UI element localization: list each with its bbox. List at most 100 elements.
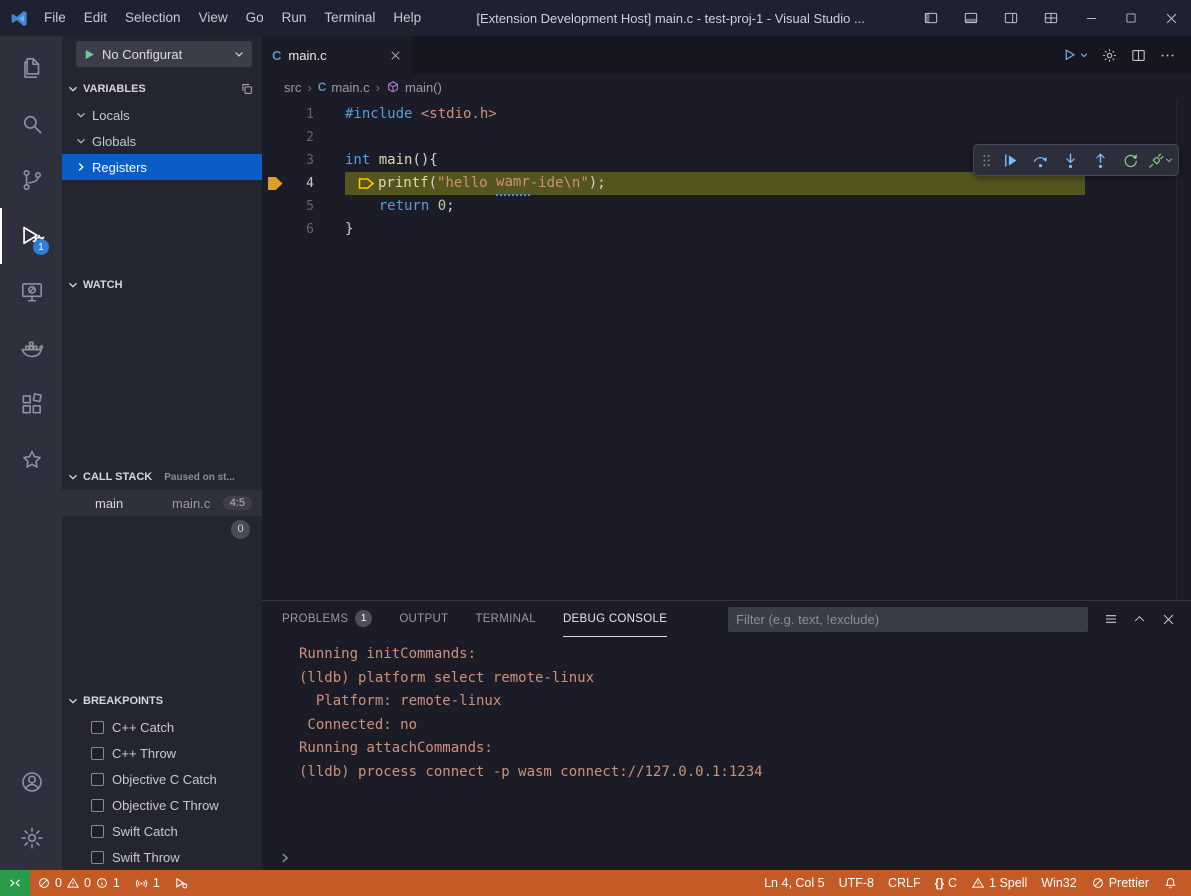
variables-section-header[interactable]: VARIABLES (62, 76, 262, 102)
split-editor-icon[interactable] (1125, 41, 1152, 69)
breakpoint-gutter[interactable] (262, 177, 288, 190)
customize-layout-icon[interactable] (1031, 0, 1071, 36)
copy-value-icon[interactable] (240, 82, 254, 96)
activity-bar-item-source-control[interactable] (0, 152, 62, 208)
run-file-button[interactable] (1057, 41, 1094, 69)
activity-bar-item-remote-explorer[interactable] (0, 264, 62, 320)
close-panel-icon[interactable] (1156, 607, 1181, 632)
watch-section-header[interactable]: WATCH (62, 272, 262, 298)
toggle-sidebar-icon[interactable] (911, 0, 951, 36)
disconnect-button[interactable] (1145, 146, 1175, 174)
debug-count-badge: 1 (33, 239, 49, 255)
encoding-indicator[interactable]: UTF-8 (832, 870, 881, 896)
gripper-icon (978, 152, 995, 169)
settings-gear-icon[interactable] (1096, 41, 1123, 69)
menu-edit[interactable]: Edit (75, 0, 116, 36)
variables-item-registers[interactable]: Registers (62, 154, 262, 180)
code-editor[interactable]: 1#include <stdio.h>23int main(){4printf(… (262, 100, 1191, 600)
more-actions-icon[interactable] (1154, 41, 1181, 69)
breakpoint-c-throw[interactable]: C++ Throw (62, 740, 262, 766)
variable-scope-label: Registers (92, 160, 147, 175)
breakpoints-section-header[interactable]: BREAKPOINTS (62, 688, 262, 714)
minimize-button-icon[interactable] (1071, 0, 1111, 36)
breakpoint-objective-c-throw[interactable]: Objective C Throw (62, 792, 262, 818)
menu-selection[interactable]: Selection (116, 0, 190, 36)
breakpoint-c-catch[interactable]: C++ Catch (62, 714, 262, 740)
breakpoint-checkbox[interactable] (91, 799, 104, 812)
launch-config-dropdown[interactable]: No Configurat (76, 41, 252, 67)
menu-go[interactable]: Go (237, 0, 273, 36)
variables-item-globals[interactable]: Globals (62, 128, 262, 154)
menu-file[interactable]: File (35, 0, 75, 36)
code-line-6: 6} (262, 218, 1191, 241)
activity-bar-item-favorites[interactable] (0, 432, 62, 488)
activity-bar-item-explorer[interactable] (0, 40, 62, 96)
editor-scrollbar[interactable] (1176, 100, 1191, 600)
breakpoint-checkbox[interactable] (91, 747, 104, 760)
panel-tab-problems[interactable]: PROBLEMS1 (282, 602, 372, 637)
activity-bar-item-docker[interactable] (0, 320, 62, 376)
maximize-panel-icon[interactable] (1127, 607, 1152, 632)
toggle-panel-icon[interactable] (951, 0, 991, 36)
close-tab-icon[interactable] (389, 49, 402, 62)
debug-console-input[interactable] (262, 846, 1191, 870)
variables-item-locals[interactable]: Locals (62, 102, 262, 128)
breakpoint-checkbox[interactable] (91, 825, 104, 838)
toggle-secondary-sidebar-icon[interactable] (991, 0, 1031, 36)
breakpoint-checkbox[interactable] (91, 773, 104, 786)
bottom-panel: PROBLEMS1OUTPUTTERMINALDEBUG CONSOLE Run… (262, 600, 1191, 870)
breakpoint-swift-throw[interactable]: Swift Throw (62, 844, 262, 870)
remote-explorer-icon (19, 279, 45, 305)
window-controls (911, 0, 1191, 36)
menu-terminal[interactable]: Terminal (315, 0, 384, 36)
panel-tab-output[interactable]: OUTPUT (399, 602, 448, 637)
breadcrumb-item-src[interactable]: src (284, 80, 301, 95)
problems-status[interactable]: 0 0 1 (30, 870, 127, 896)
close-window-icon[interactable] (1151, 0, 1191, 36)
restart-button[interactable] (1115, 146, 1145, 174)
variables-empty-space (62, 180, 262, 272)
activity-bar-item-settings[interactable] (0, 810, 62, 866)
step-over-button[interactable] (1025, 146, 1055, 174)
output-options-icon[interactable] (1098, 607, 1123, 632)
git-branch-icon (19, 167, 45, 193)
panel-tab-debug-console[interactable]: DEBUG CONSOLE (563, 602, 667, 637)
breakpoint-objective-c-catch[interactable]: Objective C Catch (62, 766, 262, 792)
ports-status[interactable]: 1 (127, 870, 167, 896)
cursor-position[interactable]: Ln 4, Col 5 (757, 870, 831, 896)
prettier-status[interactable]: Prettier (1084, 870, 1156, 896)
workbench: 1 No Configurat VARIABLES LocalsGlobals R… (0, 36, 1191, 870)
stack-frame-main[interactable]: mainmain.c4:5 (62, 490, 262, 516)
activity-bar-item-search[interactable] (0, 96, 62, 152)
activity-bar-item-run-and-debug[interactable]: 1 (0, 208, 62, 264)
panel-tab-terminal[interactable]: TERMINAL (475, 602, 536, 637)
platform-indicator[interactable]: Win32 (1034, 870, 1083, 896)
call-stack-section-header[interactable]: CALL STACK Paused on st... (62, 464, 262, 490)
tab-main-c[interactable]: C main.c (262, 36, 412, 74)
remote-indicator[interactable] (0, 870, 30, 896)
encoding-label: UTF-8 (839, 876, 874, 890)
breadcrumb-item-main-c[interactable]: Cmain.c (318, 80, 370, 95)
start-debugging-icon[interactable] (83, 48, 96, 61)
notifications-bell[interactable] (1156, 870, 1185, 896)
menu-run[interactable]: Run (273, 0, 316, 36)
activity-bar-top: 1 (0, 36, 62, 754)
breadcrumb-item-main[interactable]: main() (386, 80, 442, 95)
breakpoint-checkbox[interactable] (91, 851, 104, 864)
activity-bar-item-accounts[interactable] (0, 754, 62, 810)
language-mode[interactable]: {} C (928, 870, 964, 896)
debug-session-status[interactable] (167, 870, 196, 896)
step-into-button[interactable] (1055, 146, 1085, 174)
console-filter-input[interactable] (728, 607, 1088, 632)
menu-view[interactable]: View (190, 0, 237, 36)
maximize-button-icon[interactable] (1111, 0, 1151, 36)
eol-indicator[interactable]: CRLF (881, 870, 928, 896)
continue-button[interactable] (995, 146, 1025, 174)
step-out-button[interactable] (1085, 146, 1115, 174)
menu-help[interactable]: Help (384, 0, 430, 36)
breakpoint-checkbox[interactable] (91, 721, 104, 734)
breakpoint-swift-catch[interactable]: Swift Catch (62, 818, 262, 844)
activity-bar-item-extensions[interactable] (0, 376, 62, 432)
spell-status[interactable]: 1 Spell (964, 870, 1034, 896)
drag-handle-button[interactable] (977, 146, 995, 174)
